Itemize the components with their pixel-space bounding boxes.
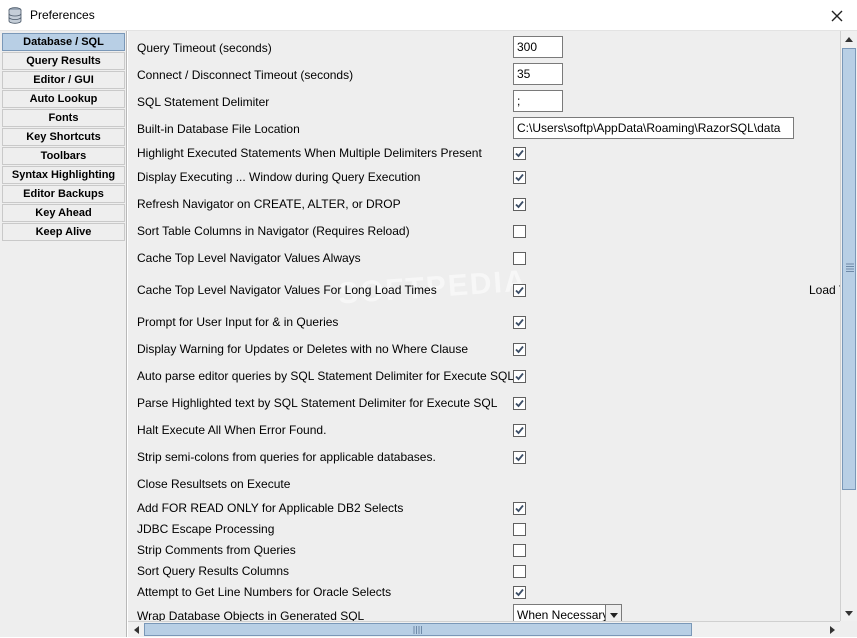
connect-timeout-input[interactable]	[513, 63, 563, 85]
window-title: Preferences	[30, 8, 95, 22]
nav-item-keep-alive[interactable]: Keep Alive	[2, 223, 125, 241]
scroll-corner	[840, 621, 857, 637]
checkmark-icon	[515, 453, 524, 462]
nav-item-syntax-highlighting[interactable]: Syntax Highlighting	[2, 166, 125, 184]
nav-item-fonts[interactable]: Fonts	[2, 109, 125, 127]
nav-item-key-ahead[interactable]: Key Ahead	[2, 204, 125, 222]
vertical-scroll-thumb[interactable]	[842, 48, 856, 490]
nav-item-query-results[interactable]: Query Results	[2, 52, 125, 70]
option-checkbox-sort-query-results-columns[interactable]	[513, 565, 526, 578]
option-checkbox-jdbc-escape-processing[interactable]	[513, 523, 526, 536]
query-timeout-label: Query Timeout (seconds)	[137, 41, 272, 55]
preferences-nav: Database / SQL Query Results Editor / GU…	[0, 31, 127, 637]
title-bar: Preferences	[0, 0, 857, 31]
nav-item-toolbars[interactable]: Toolbars	[2, 147, 125, 165]
db-file-location-input[interactable]	[513, 117, 794, 139]
option-label-sort-table-columns-in-navigator-requires: Sort Table Columns in Navigator (Require…	[137, 224, 410, 238]
option-label-strip-comments-from-queries: Strip Comments from Queries	[137, 543, 296, 557]
checkmark-icon	[515, 588, 524, 597]
statement-delimiter-input[interactable]	[513, 90, 563, 112]
scroll-right-button[interactable]	[824, 622, 840, 638]
close-button[interactable]	[817, 0, 857, 31]
option-label-attempt-to-get-line-numbers-for-oracle-s: Attempt to Get Line Numbers for Oracle S…	[137, 585, 392, 599]
option-label-refresh-navigator-on-create-alter-or-dro: Refresh Navigator on CREATE, ALTER, or D…	[137, 197, 401, 211]
option-checkbox-prompt-for-user-input-for-in-queries[interactable]	[513, 316, 526, 329]
arrow-down-icon	[845, 610, 853, 616]
scroll-up-button[interactable]	[841, 31, 857, 47]
option-checkbox-sort-table-columns-in-navigator-requires[interactable]	[513, 225, 526, 238]
horizontal-scrollbar[interactable]	[128, 621, 840, 637]
option-label-highlight-executed-statements-when-multi: Highlight Executed Statements When Multi…	[137, 146, 482, 160]
option-label-prompt-for-user-input-for-in-queries: Prompt for User Input for & in Queries	[137, 315, 339, 329]
arrow-up-icon	[845, 36, 853, 42]
option-label-strip-semi-colons-from-queries-for-appli: Strip semi-colons from queries for appli…	[137, 450, 436, 464]
wrap-objects-label: Wrap Database Objects in Generated SQL	[137, 609, 365, 621]
checkmark-icon	[515, 426, 524, 435]
option-checkbox-cache-top-level-navigator-values-for-lon[interactable]	[513, 284, 526, 297]
close-icon	[831, 10, 843, 21]
checkmark-icon	[515, 318, 524, 327]
nav-item-key-shortcuts[interactable]: Key Shortcuts	[2, 128, 125, 146]
load-times-label: Load T	[809, 283, 840, 297]
checkmark-icon	[515, 504, 524, 513]
settings-panel: SOFTPEDIA Query Timeout (seconds) Connec…	[128, 31, 840, 621]
vertical-scrollbar[interactable]	[840, 31, 857, 621]
option-label-display-executing-window-during-query-ex: Display Executing ... Window during Quer…	[137, 170, 421, 184]
nav-item-editor-backups[interactable]: Editor Backups	[2, 185, 125, 203]
option-checkbox-strip-semi-colons-from-queries-for-appli[interactable]	[513, 451, 526, 464]
option-label-parse-highlighted-text-by-sql-statement-: Parse Highlighted text by SQL Statement …	[137, 396, 498, 410]
option-label-auto-parse-editor-queries-by-sql-stateme: Auto parse editor queries by SQL Stateme…	[137, 369, 515, 383]
option-checkbox-cache-top-level-navigator-values-always[interactable]	[513, 252, 526, 265]
option-checkbox-attempt-to-get-line-numbers-for-oracle-s[interactable]	[513, 586, 526, 599]
option-label-add-for-read-only-for-applicable-db2-sel: Add FOR READ ONLY for Applicable DB2 Sel…	[137, 501, 404, 515]
nav-item-auto-lookup[interactable]: Auto Lookup	[2, 90, 125, 108]
nav-item-editor-gui[interactable]: Editor / GUI	[2, 71, 125, 89]
option-checkbox-auto-parse-editor-queries-by-sql-stateme[interactable]	[513, 370, 526, 383]
checkmark-icon	[515, 345, 524, 354]
option-label-sort-query-results-columns: Sort Query Results Columns	[137, 564, 290, 578]
option-checkbox-strip-comments-from-queries[interactable]	[513, 544, 526, 557]
option-checkbox-parse-highlighted-text-by-sql-statement-[interactable]	[513, 397, 526, 410]
nav-item-database-sql[interactable]: Database / SQL	[2, 33, 125, 51]
statement-delimiter-label: SQL Statement Delimiter	[137, 95, 270, 109]
scroll-left-button[interactable]	[128, 622, 144, 638]
checkmark-icon	[515, 399, 524, 408]
arrow-right-icon	[829, 626, 835, 634]
checkmark-icon	[515, 200, 524, 209]
chevron-down-icon	[609, 612, 618, 618]
grip-icon	[413, 626, 422, 634]
query-timeout-input[interactable]	[513, 36, 563, 58]
wrap-objects-select[interactable]: When Necessary	[513, 604, 622, 621]
checkmark-icon	[515, 372, 524, 381]
grip-icon	[846, 263, 854, 272]
connect-timeout-label: Connect / Disconnect Timeout (seconds)	[137, 68, 354, 82]
option-label-cache-top-level-navigator-values-for-lon: Cache Top Level Navigator Values For Lon…	[137, 283, 437, 297]
option-label-cache-top-level-navigator-values-always: Cache Top Level Navigator Values Always	[137, 251, 361, 265]
option-checkbox-highlight-executed-statements-when-multi[interactable]	[513, 147, 526, 160]
option-checkbox-add-for-read-only-for-applicable-db2-sel[interactable]	[513, 502, 526, 515]
checkmark-icon	[515, 149, 524, 158]
db-file-location-label: Built-in Database File Location	[137, 122, 300, 136]
option-checkbox-display-executing-window-during-query-ex[interactable]	[513, 171, 526, 184]
option-label-close-resultsets-on-execute: Close Resultsets on Execute	[137, 477, 291, 491]
database-icon	[8, 7, 22, 24]
checkmark-icon	[515, 173, 524, 182]
option-label-display-warning-for-updates-or-deletes-w: Display Warning for Updates or Deletes w…	[137, 342, 469, 356]
dropdown-toggle[interactable]	[605, 605, 621, 621]
option-checkbox-display-warning-for-updates-or-deletes-w[interactable]	[513, 343, 526, 356]
option-checkbox-halt-execute-all-when-error-found[interactable]	[513, 424, 526, 437]
arrow-left-icon	[133, 626, 139, 634]
checkmark-icon	[515, 286, 524, 295]
scroll-down-button[interactable]	[841, 605, 857, 621]
wrap-objects-value: When Necessary	[517, 608, 609, 621]
horizontal-scroll-thumb[interactable]	[144, 623, 692, 636]
option-label-jdbc-escape-processing: JDBC Escape Processing	[137, 522, 275, 536]
option-checkbox-refresh-navigator-on-create-alter-or-dro[interactable]	[513, 198, 526, 211]
option-label-halt-execute-all-when-error-found: Halt Execute All When Error Found.	[137, 423, 327, 437]
